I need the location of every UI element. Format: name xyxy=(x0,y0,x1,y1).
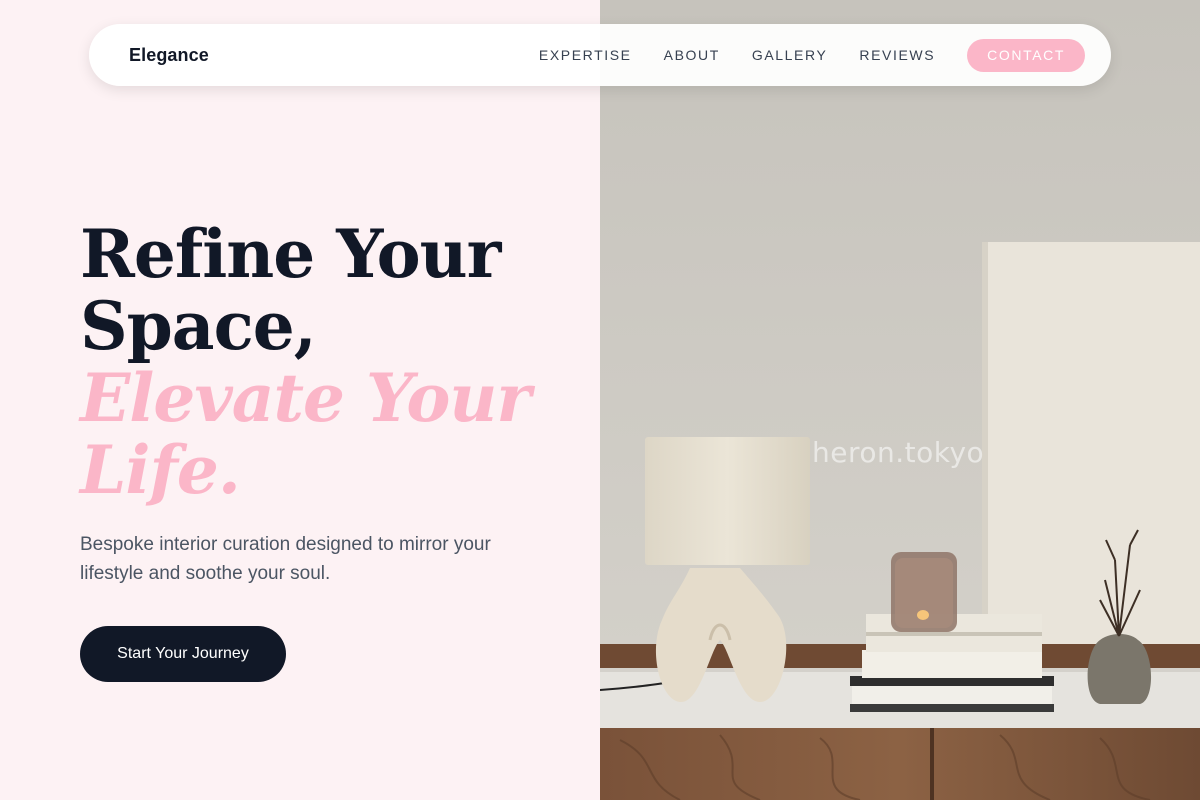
hero-heading-line-4: Life. xyxy=(80,431,241,509)
contact-button[interactable]: CONTACT xyxy=(967,38,1085,72)
nav-reviews-link[interactable]: REVIEWS xyxy=(859,47,935,63)
hero-image: heron.tokyo xyxy=(600,0,1200,800)
nav-about-link[interactable]: ABOUT xyxy=(664,47,720,63)
image-watermark: heron.tokyo xyxy=(812,436,985,469)
start-journey-button[interactable]: Start Your Journey xyxy=(80,626,286,682)
brand-logo[interactable]: Elegance xyxy=(129,45,209,66)
hero-subtitle: Bespoke interior curation designed to mi… xyxy=(80,534,491,584)
hero-heading-line-1: Refine Your xyxy=(80,215,501,293)
hero-heading-line-2: Space, xyxy=(80,287,317,365)
navbar: Elegance EXPERTISE ABOUT GALLERY REVIEWS… xyxy=(89,24,1111,86)
hero-heading-line-3: Elevate Your xyxy=(80,359,531,437)
nav-gallery-link[interactable]: GALLERY xyxy=(752,47,828,63)
hero-heading: Refine Your Space, Elevate Your Life. xyxy=(80,218,560,506)
nav-links: EXPERTISE ABOUT GALLERY REVIEWS CONTACT xyxy=(539,38,1085,72)
nav-expertise-link[interactable]: EXPERTISE xyxy=(539,47,632,63)
interior-photo xyxy=(600,0,1200,800)
